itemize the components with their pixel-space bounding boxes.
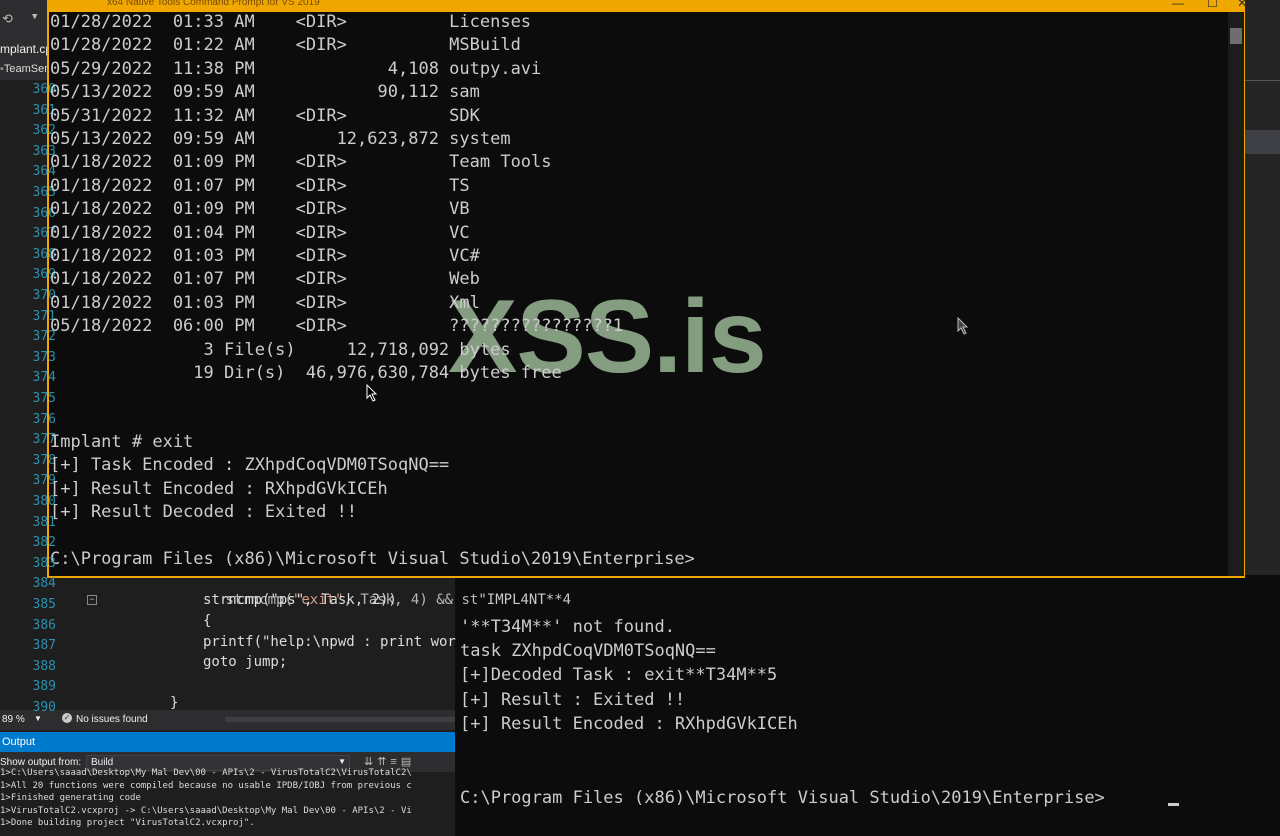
lower-partial-text: "IMPL4NT**4 (478, 592, 572, 608)
dir-listing-line: 05/13/2022 09:59 AM 90,112 sam (50, 82, 480, 103)
output-line: 1>C:\Users\saaad\Desktop\My Mal Dev\00 -… (0, 768, 412, 778)
collapse-icon[interactable]: − (87, 595, 97, 605)
session-line: [+] Result Encoded : RXhpdGVkICEh (50, 478, 388, 499)
dir-listing-line: 05/18/2022 06:00 PM <DIR> ??????????????… (50, 316, 624, 337)
lower-console-line: [+] Result Encoded : RXhpdGVkICEh (460, 713, 798, 734)
zoom-level[interactable]: 89 % (2, 714, 25, 725)
editor-tab-team[interactable]: ▪TeamServ (0, 63, 50, 79)
console-scrollbar-thumb[interactable] (1230, 28, 1242, 44)
show-output-label: Show output from: (0, 757, 82, 768)
dir-listing-line: 01/28/2022 01:22 AM <DIR> MSBuild (50, 35, 521, 56)
line-number: 383 (32, 555, 56, 571)
line-number: 376 (32, 411, 56, 427)
vs-right-divider (1245, 80, 1280, 81)
output-line: 1>All 20 functions were compiled because… (0, 780, 412, 791)
dir-listing-line: 01/28/2022 01:33 AM <DIR> Licenses (50, 12, 532, 32)
editor-status-bar: 89 % ▼ ✓ No issues found (0, 710, 460, 730)
editor-tab-file[interactable]: mplant.cpp (0, 42, 59, 60)
output-line: 1>Finished generating code (0, 793, 141, 803)
output-line: 1>VirusTotalC2.vcxproj -> C:\Users\saaad… (0, 805, 412, 816)
code-line: strncmp("ps", Task, 2)) (203, 592, 397, 608)
lower-console-line: '**T34M**' not found. (460, 617, 675, 637)
dir-listing-line: 05/13/2022 09:59 AM 12,623,872 system (50, 129, 511, 149)
code-line: printf("help:\npwd : print wor (203, 634, 456, 650)
vs-toolbar: ⟲ ▼ (0, 8, 50, 30)
zoom-dropdown-icon[interactable]: ▼ (34, 714, 42, 723)
line-number: 390 (32, 700, 56, 715)
dir-listing-line: 01/18/2022 01:09 PM <DIR> VB (50, 199, 470, 220)
line-number: 375 (32, 391, 56, 406)
line-number: 386 (32, 617, 56, 633)
lower-console-line: task ZXhpdCoqVDM0TSoqNQ== (460, 641, 716, 662)
console-scrollbar[interactable] (1228, 12, 1244, 576)
line-number: 382 (32, 535, 56, 551)
line-number: 384 (32, 576, 56, 592)
dir-listing-line: 01/18/2022 01:09 PM <DIR> Team Tools (50, 152, 552, 173)
horizontal-scrollbar[interactable] (225, 717, 455, 722)
dir-listing-line: 19 Dir(s) 46,976,630,784 bytes free (50, 363, 562, 383)
dir-listing-line: 3 File(s) 12,718,092 bytes (50, 339, 511, 360)
check-icon: ✓ (62, 713, 72, 723)
output-panel-title: Output (0, 732, 460, 752)
line-number: 388 (32, 658, 56, 674)
line-number: 387 (32, 638, 56, 654)
refresh-icon[interactable]: ⟲ (2, 12, 13, 27)
console-prompt[interactable]: C:\Program Files (x86)\Microsoft Visual … (50, 549, 695, 569)
team-tab-label: TeamServ (3, 63, 50, 75)
code-line: } (170, 695, 179, 711)
session-line: [+] Task Encoded : ZXhpdCoqVDM0TSoqNQ== (50, 455, 450, 476)
output-line: 1>Done building project "VirusTotalC2.vc… (0, 818, 255, 828)
vs-right-header (1245, 130, 1280, 154)
lower-console-line: [+] Result : Exited !! (460, 689, 686, 710)
text-cursor (1168, 803, 1179, 806)
console-title: x64 Native Tools Command Prompt for VS 2… (107, 0, 320, 8)
chevron-down-icon: ▼ (338, 757, 346, 766)
dir-listing-line: 01/18/2022 01:04 PM <DIR> VC (50, 222, 470, 243)
lower-prompt[interactable]: C:\Program Files (x86)\Microsoft Visual … (460, 788, 1105, 808)
dir-listing-line: 01/18/2022 01:07 PM <DIR> TS (50, 175, 470, 196)
line-number: 389 (32, 679, 56, 695)
output-tool-icons[interactable]: ⇊⇈≡▤ (364, 755, 415, 768)
output-source-value: Build (91, 757, 114, 768)
dir-listing-line: 05/31/2022 11:32 AM <DIR> SDK (50, 105, 480, 126)
session-line: [+] Result Decoded : Exited !! (50, 502, 358, 523)
mouse-pointer-icon (366, 384, 378, 402)
mouse-pointer-icon-2 (957, 317, 969, 335)
session-line: Implant # exit (50, 432, 194, 452)
dir-listing-line: 01/18/2022 01:07 PM <DIR> Web (50, 269, 480, 290)
close-icon[interactable]: ✕ (1237, 0, 1247, 10)
dir-listing-line: 05/29/2022 11:38 PM 4,108 outpy.avi (50, 58, 542, 79)
issues-status[interactable]: No issues found (76, 714, 148, 725)
dir-listing-line: 01/18/2022 01:03 PM <DIR> Xml (50, 292, 480, 313)
code-line: goto jump; (203, 654, 288, 670)
lower-console-line: [+]Decoded Task : exit**T34M**5 (460, 665, 778, 686)
dir-listing-line: 01/18/2022 01:03 PM <DIR> VC# (50, 246, 480, 266)
line-number: 385 (32, 597, 56, 612)
code-line: { (203, 613, 212, 629)
output-title-label: Output (2, 736, 36, 748)
vs-right-panel (1245, 0, 1280, 590)
console-titlebar[interactable]: x64 Native Tools Command Prompt for VS 2… (47, 0, 1247, 12)
minimize-icon[interactable]: — (1172, 0, 1184, 10)
maximize-icon[interactable]: ☐ (1207, 0, 1218, 10)
dropdown-icon[interactable]: ▼ (32, 12, 37, 22)
